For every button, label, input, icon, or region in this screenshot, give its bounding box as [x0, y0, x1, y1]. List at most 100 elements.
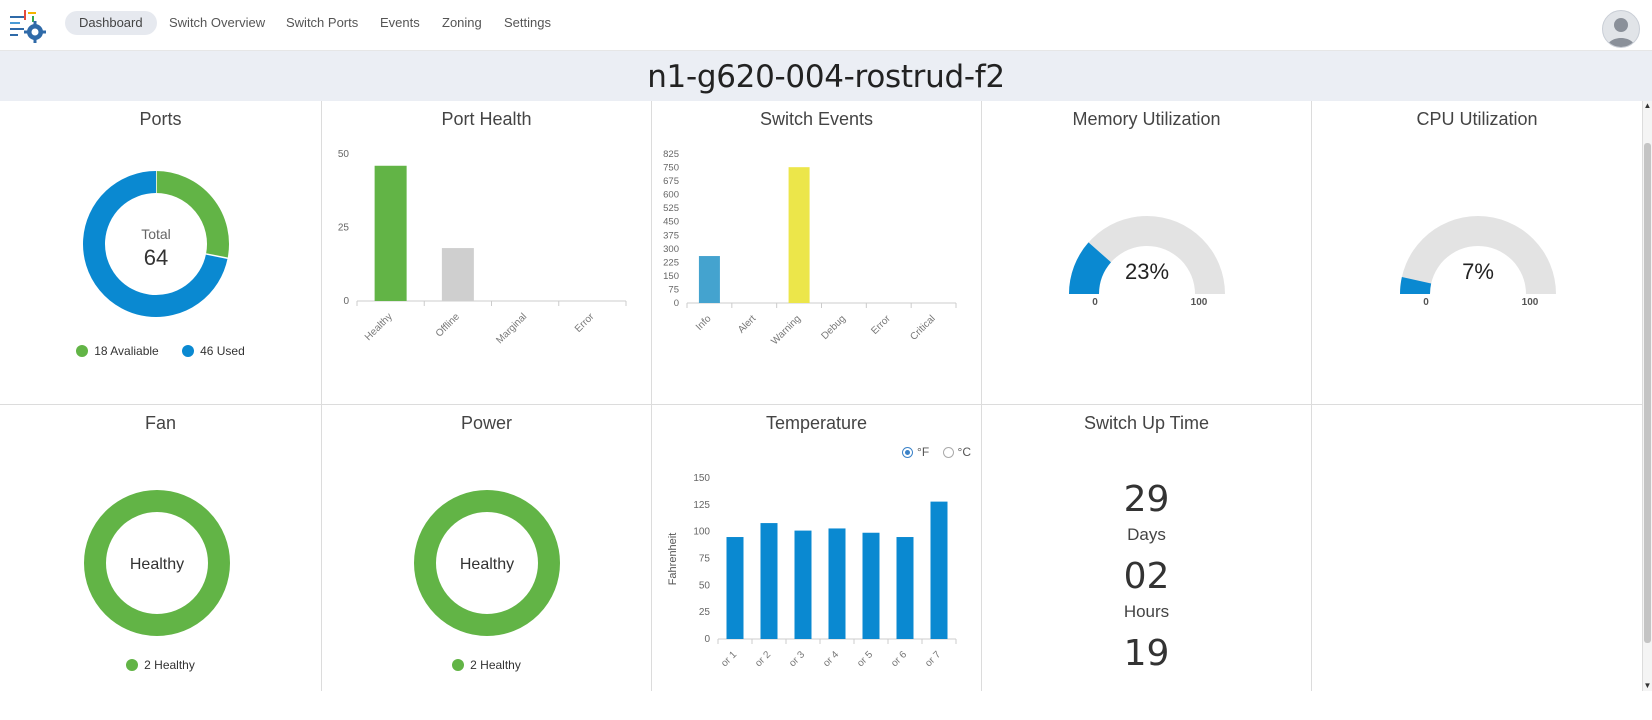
- uptime-panel: Switch Up Time 29 Days 02 Hours 19: [982, 405, 1312, 691]
- temperature-ytick: 125: [693, 500, 710, 511]
- scrollbar-thumb[interactable]: [1644, 143, 1651, 643]
- temperature-panel: Temperature °F °C 0 25 50 75 100 125 150 or 1 or…: [652, 405, 982, 691]
- temperature-ytick: 50: [699, 580, 711, 591]
- nav-tab-dashboard[interactable]: Dashboard: [65, 11, 157, 35]
- port-health-ytick: 50: [338, 149, 350, 160]
- fan-status: Healthy: [130, 556, 184, 573]
- switch-events-panel: Switch Events 0 75 150 225 300 375 450 525 600 67…: [652, 101, 982, 405]
- power-donut: Healthy: [414, 490, 560, 636]
- temperature-xlabel: or 7: [923, 649, 943, 669]
- events-xlabel: Critical: [908, 313, 937, 342]
- events-ytick: 375: [663, 230, 679, 241]
- temperature-xlabel: or 4: [821, 649, 841, 669]
- power-status: Healthy: [460, 556, 514, 573]
- events-ytick: 600: [663, 190, 679, 201]
- uptime-hours-value: 02: [1123, 556, 1170, 597]
- cpu-min: 0: [1423, 297, 1429, 308]
- temperature-bar-sensor-1[interactable]: [726, 537, 744, 639]
- healthy-dot-icon: [126, 659, 139, 671]
- cpu-gauge: 7% 0 100: [1400, 216, 1556, 308]
- port-health-chart: 0 25 50 Healthy Offline Marginal Error: [338, 149, 627, 346]
- events-ytick: 0: [674, 298, 679, 309]
- fan-legend[interactable]: 2 Healthy: [0, 658, 321, 672]
- memory-max: 100: [1191, 297, 1208, 308]
- cpu-title: CPU Utilization: [1416, 109, 1538, 129]
- nav-tab-events[interactable]: Events: [366, 11, 434, 35]
- events-ytick: 825: [663, 149, 679, 160]
- temperature-bar-sensor-6[interactable]: [896, 537, 914, 639]
- events-xlabel: Alert: [736, 313, 758, 335]
- scroll-down-icon[interactable]: ▼: [1643, 681, 1652, 691]
- user-avatar[interactable]: [1602, 10, 1640, 48]
- cpu-panel: CPU Utilization 7% 0 100: [1312, 101, 1643, 405]
- temperature-ytick: 75: [699, 554, 711, 565]
- fan-panel: Fan Healthy 2 Healthy: [0, 405, 322, 691]
- legend-used[interactable]: 46 Used: [182, 344, 245, 358]
- temperature-xlabel: or 3: [787, 649, 807, 669]
- uptime-days-value: 29: [1123, 479, 1170, 520]
- port-health-bar-offline[interactable]: [441, 248, 474, 301]
- temperature-bar-sensor-3[interactable]: [794, 530, 812, 639]
- temperature-ytick: 25: [699, 607, 711, 618]
- temperature-ytick: 150: [693, 473, 710, 484]
- port-health-panel: Port Health 0 25 50 Healthy Offline Marginal E…: [322, 101, 652, 405]
- events-bar-info[interactable]: [698, 256, 720, 303]
- used-dot-icon: [182, 345, 195, 357]
- scroll-up-icon[interactable]: ▲: [1643, 101, 1652, 111]
- temperature-xlabel: or 5: [855, 649, 875, 669]
- temperature-title: Temperature: [765, 413, 868, 433]
- switch-events-chart: 0 75 150 225 300 375 450 525 600 675 750 825 Info Ale…: [663, 149, 957, 347]
- nav-tab-switch-overview[interactable]: Switch Overview: [155, 11, 279, 35]
- memory-title: Memory Utilization: [1072, 109, 1221, 129]
- empty-panel: [1312, 405, 1643, 691]
- power-panel: Power Healthy 2 Healthy: [322, 405, 652, 691]
- events-ytick: 750: [663, 163, 679, 174]
- dashboard-grid: Ports Total 64 18 Avaliable 46 Used Port…: [0, 101, 1643, 691]
- top-navigation: Dashboard Switch Overview Switch Ports Even…: [0, 0, 1652, 51]
- events-bar-warning[interactable]: [788, 167, 810, 303]
- nav-tab-switch-ports[interactable]: Switch Ports: [272, 11, 372, 35]
- events-ytick: 150: [663, 271, 679, 282]
- power-legend[interactable]: 2 Healthy: [322, 658, 651, 672]
- memory-gauge: 23% 0 100: [1069, 216, 1225, 308]
- power-title: Power: [460, 413, 513, 433]
- ports-total-value: 64: [144, 245, 168, 270]
- temperature-bar-sensor-4[interactable]: [828, 528, 846, 639]
- events-ytick: 675: [663, 176, 679, 187]
- available-dot-icon: [76, 345, 89, 357]
- port-health-xlabel: Error: [573, 311, 597, 335]
- legend-available[interactable]: 18 Avaliable: [76, 344, 159, 358]
- ports-title: Ports: [139, 109, 182, 129]
- nav-tab-settings[interactable]: Settings: [490, 11, 565, 35]
- vertical-scrollbar[interactable]: ▲ ▼: [1643, 101, 1652, 691]
- uptime-days-label: Days: [1127, 525, 1166, 544]
- events-xlabel: Warning: [769, 313, 803, 347]
- port-health-xlabel: Offline: [434, 311, 462, 339]
- temperature-ytick: 100: [693, 527, 710, 538]
- temperature-bar-sensor-2[interactable]: [760, 523, 778, 639]
- cpu-value: 7%: [1462, 259, 1494, 284]
- temperature-chart: 0 25 50 75 100 125 150 or 1 or 2 or 3 or 4 or 5 or 6…: [667, 473, 957, 669]
- memory-panel: Memory Utilization 23% 0 100: [982, 101, 1312, 405]
- temperature-xlabel: or 2: [753, 649, 773, 669]
- switch-events-title: Switch Events: [759, 109, 874, 129]
- events-xlabel: Info: [694, 313, 714, 333]
- switch-name: n1-g620-004-rostrud-f2: [647, 59, 1005, 95]
- temperature-xlabel: or 1: [719, 649, 739, 669]
- uptime-hours-label: Hours: [1123, 602, 1170, 621]
- temperature-bar-sensor-5[interactable]: [862, 532, 880, 639]
- ports-legend: 18 Avaliable 46 Used: [0, 344, 321, 358]
- user-icon: [1607, 18, 1635, 47]
- port-health-bar-healthy[interactable]: [374, 165, 407, 301]
- healthy-dot-icon: [452, 659, 465, 671]
- switch-title-bar: n1-g620-004-rostrud-f2: [0, 51, 1652, 101]
- ports-panel: Ports Total 64 18 Avaliable 46 Used: [0, 101, 322, 405]
- nav-tab-zoning[interactable]: Zoning: [428, 11, 496, 35]
- app-logo-icon[interactable]: [8, 8, 48, 44]
- ports-total-label: Total: [141, 226, 171, 242]
- port-health-xlabel: Marginal: [494, 311, 529, 346]
- temperature-bar-sensor-7[interactable]: [930, 501, 948, 639]
- fan-donut: Healthy: [84, 490, 230, 636]
- memory-value: 23%: [1125, 259, 1169, 284]
- memory-min: 0: [1092, 297, 1098, 308]
